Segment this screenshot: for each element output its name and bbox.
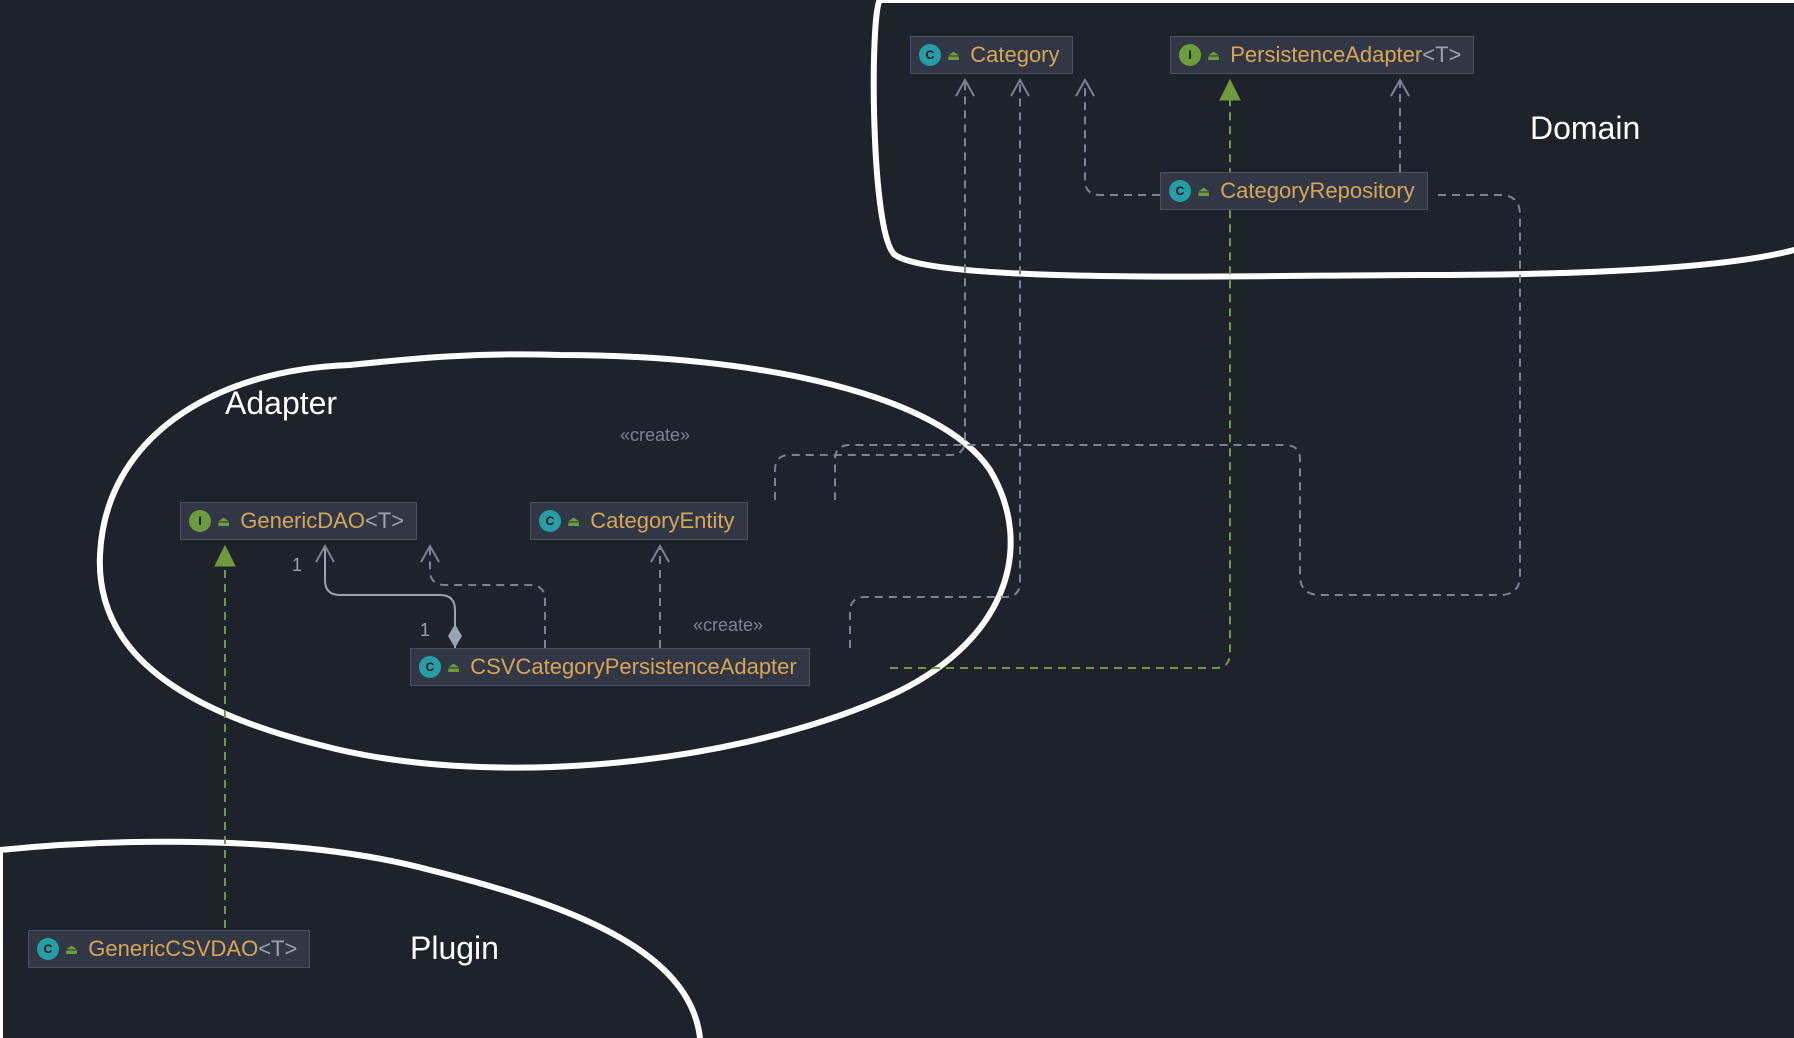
edge-label-create-1: «create»: [620, 425, 690, 446]
arrowhead-tri-green: [1220, 80, 1240, 100]
arrowhead-open: [421, 546, 439, 562]
arrowhead-open: [1011, 80, 1029, 96]
node-category[interactable]: C ⏏ Category: [910, 36, 1073, 74]
edge-dep-outer-loop: [835, 195, 1520, 595]
node-generic-csv-dao[interactable]: C ⏏ GenericCSVDAO<T>: [28, 930, 310, 968]
interface-icon: I: [189, 510, 211, 532]
arrowhead-open: [651, 546, 669, 562]
region-label-adapter: Adapter: [225, 385, 337, 422]
diagram-canvas: Domain Adapter Plugin «create» «create» …: [0, 0, 1794, 1038]
node-persistence-adapter[interactable]: I ⏏ PersistenceAdapter<T>: [1170, 36, 1474, 74]
arrowhead-open: [316, 546, 334, 562]
region-label-domain: Domain: [1530, 110, 1640, 147]
edge-agg-csvadapter-genericdao: [325, 548, 455, 648]
diamond-aggregation: [448, 624, 462, 648]
edge-dep-csvadapter-category: [850, 82, 1020, 648]
class-icon: C: [1169, 180, 1191, 202]
arrowhead-open: [1391, 80, 1409, 96]
node-category-repository[interactable]: C ⏏ CategoryRepository: [1160, 172, 1428, 210]
visibility-icon: ⏏: [1197, 183, 1210, 200]
arrowhead-open: [956, 80, 974, 96]
arrowhead-open: [1076, 80, 1094, 96]
visibility-icon: ⏏: [217, 513, 230, 530]
multiplicity-1b: 1: [420, 620, 430, 641]
node-label: GenericCSVDAO<T>: [88, 936, 297, 962]
node-label: PersistenceAdapter<T>: [1230, 42, 1461, 68]
node-label: CSVCategoryPersistenceAdapter: [470, 654, 797, 680]
visibility-icon: ⏏: [65, 941, 78, 958]
node-label: Category: [970, 42, 1059, 68]
node-label: CategoryRepository: [1220, 178, 1414, 204]
multiplicity-1a: 1: [292, 555, 302, 576]
node-csv-category-persistence-adapter[interactable]: C ⏏ CSVCategoryPersistenceAdapter: [410, 648, 810, 686]
edge-dep-categoryrepository-category: [1085, 82, 1160, 195]
visibility-icon: ⏏: [567, 513, 580, 530]
interface-icon: I: [1179, 44, 1201, 66]
arrowhead-tri-green: [215, 546, 235, 566]
node-category-entity[interactable]: C ⏏ CategoryEntity: [530, 502, 748, 540]
class-icon: C: [37, 938, 59, 960]
visibility-icon: ⏏: [1207, 47, 1220, 64]
edge-dep-csvadapter-genericdao: [430, 548, 545, 648]
visibility-icon: ⏏: [947, 47, 960, 64]
node-label: GenericDAO<T>: [240, 508, 404, 534]
edge-create-categoryentity-category: [775, 82, 965, 500]
edge-label-create-2: «create»: [693, 615, 763, 636]
region-label-plugin: Plugin: [410, 930, 499, 967]
class-icon: C: [919, 44, 941, 66]
visibility-icon: ⏏: [447, 659, 460, 676]
class-icon: C: [539, 510, 561, 532]
node-generic-dao[interactable]: I ⏏ GenericDAO<T>: [180, 502, 417, 540]
node-label: CategoryEntity: [590, 508, 734, 534]
class-icon: C: [419, 656, 441, 678]
